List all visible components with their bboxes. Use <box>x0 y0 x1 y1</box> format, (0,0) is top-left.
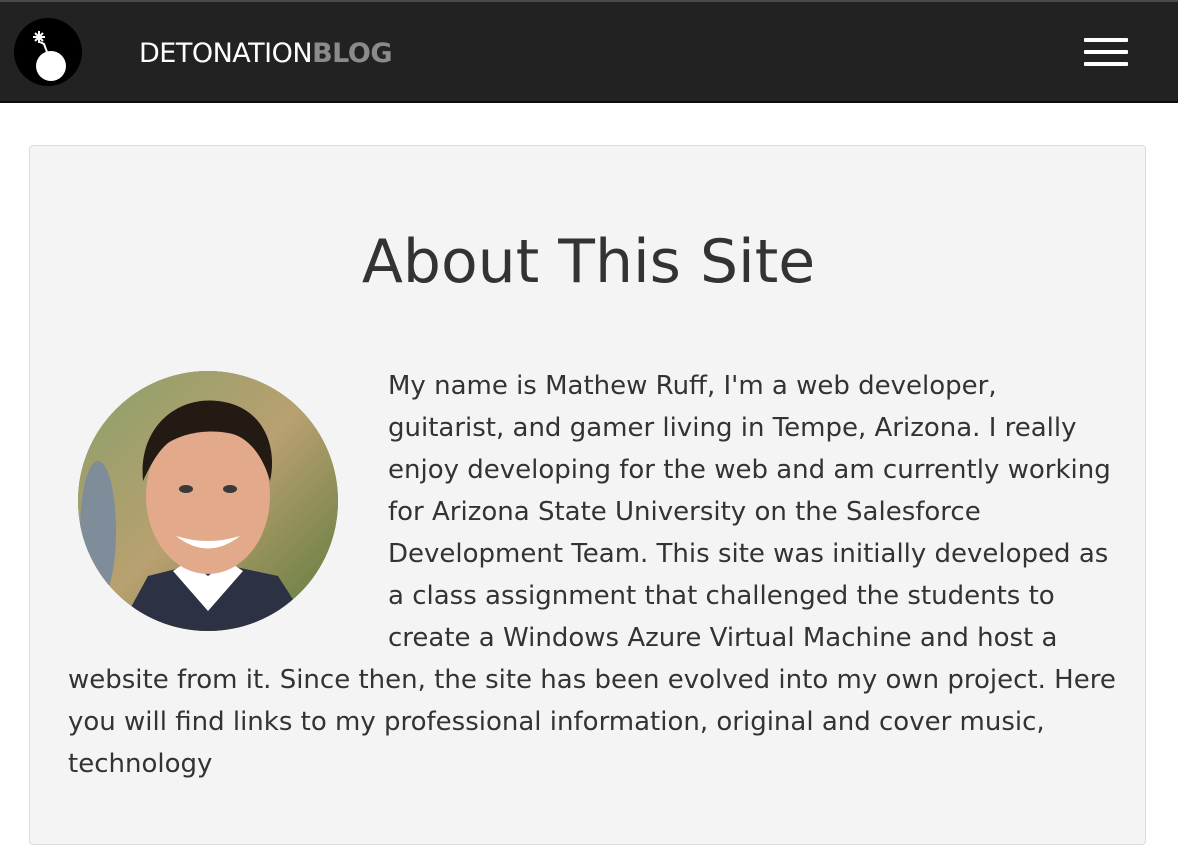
menu-bar <box>1084 38 1128 42</box>
menu-bar <box>1084 50 1128 54</box>
site-brand-link[interactable]: DETONATIONBLOG <box>139 36 393 72</box>
hamburger-menu-icon[interactable] <box>1076 32 1136 72</box>
top-navbar: DETONATIONBLOG <box>0 0 1178 103</box>
about-panel: About This Site My name is Mathew Ruff, … <box>29 145 1146 845</box>
brand-primary: DETONATION <box>139 38 313 69</box>
about-content: My name is Mathew Ruff, I'm a web develo… <box>68 365 1118 785</box>
menu-bar <box>1084 62 1128 66</box>
brand-secondary: BLOG <box>312 38 393 69</box>
bomb-icon[interactable] <box>14 18 82 86</box>
profile-photo <box>78 371 338 631</box>
page-title: About This Site <box>361 227 816 297</box>
